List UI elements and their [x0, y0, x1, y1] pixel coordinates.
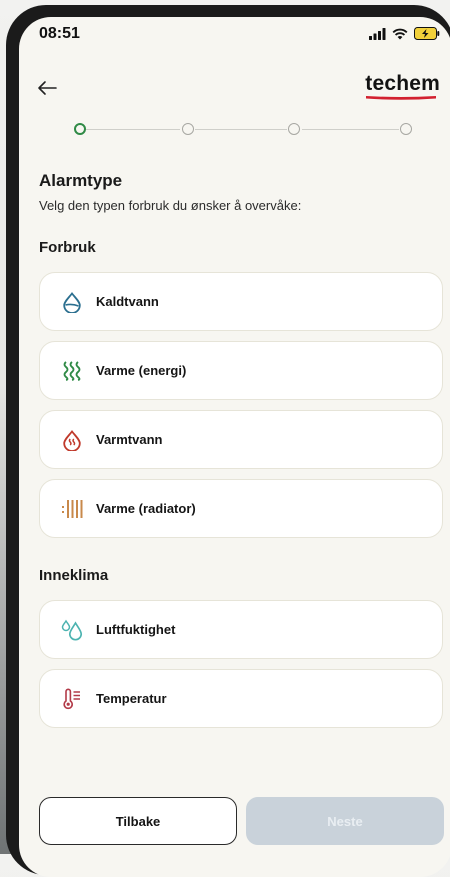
option-kaldtvann[interactable]: Kaldtvann	[39, 272, 443, 331]
battery-charging-icon	[414, 27, 440, 40]
forbruk-heading: Forbruk	[39, 239, 96, 256]
thermometer-icon	[58, 685, 86, 713]
step-1-active	[74, 123, 86, 135]
option-label: Varme (radiator)	[96, 501, 196, 516]
option-varme-radiator[interactable]: Varme (radiator)	[39, 479, 443, 538]
heat-waves-icon	[58, 357, 86, 385]
techem-logo: techem	[365, 72, 440, 102]
water-drop-icon	[58, 288, 86, 316]
status-time: 08:51	[39, 25, 80, 42]
step-connector	[86, 129, 180, 130]
step-connector	[195, 129, 287, 130]
option-label: Varme (energi)	[96, 363, 187, 378]
option-varme-energi[interactable]: Varme (energi)	[39, 341, 443, 400]
option-varmtvann[interactable]: Varmtvann	[39, 410, 443, 469]
option-label: Varmtvann	[96, 432, 163, 447]
signal-icon	[369, 27, 386, 40]
back-arrow-button[interactable]	[33, 74, 61, 102]
progress-stepper	[74, 120, 414, 140]
step-connector	[302, 129, 399, 130]
option-temperatur[interactable]: Temperatur	[39, 669, 443, 728]
back-button[interactable]: Tilbake	[39, 797, 237, 845]
phone-frame: 08:51 techem Alarmtype Velg den typen fo…	[6, 5, 450, 877]
option-label: Temperatur	[96, 691, 167, 706]
option-label: Kaldtvann	[96, 294, 159, 309]
hot-water-drop-icon	[58, 426, 86, 454]
arrow-left-icon	[38, 81, 57, 95]
option-label: Luftfuktighet	[96, 622, 176, 637]
page-subtitle: Velg den typen forbruk du ønsker å overv…	[39, 198, 302, 213]
step-3	[288, 123, 300, 135]
inneklima-heading: Inneklima	[39, 567, 109, 584]
humidity-drops-icon	[58, 616, 86, 644]
status-icons	[369, 27, 440, 40]
header: techem	[19, 72, 450, 112]
status-bar: 08:51	[19, 17, 450, 57]
step-2	[182, 123, 194, 135]
logo-text: techem	[365, 72, 440, 95]
page-title: Alarmtype	[39, 171, 123, 190]
wifi-icon	[392, 28, 408, 39]
app-screen: 08:51 techem Alarmtype Velg den typen fo…	[19, 17, 450, 877]
step-4	[400, 123, 412, 135]
option-luftfuktighet[interactable]: Luftfuktighet	[39, 600, 443, 659]
radiator-icon	[58, 495, 86, 523]
next-button[interactable]: Neste	[246, 797, 444, 845]
